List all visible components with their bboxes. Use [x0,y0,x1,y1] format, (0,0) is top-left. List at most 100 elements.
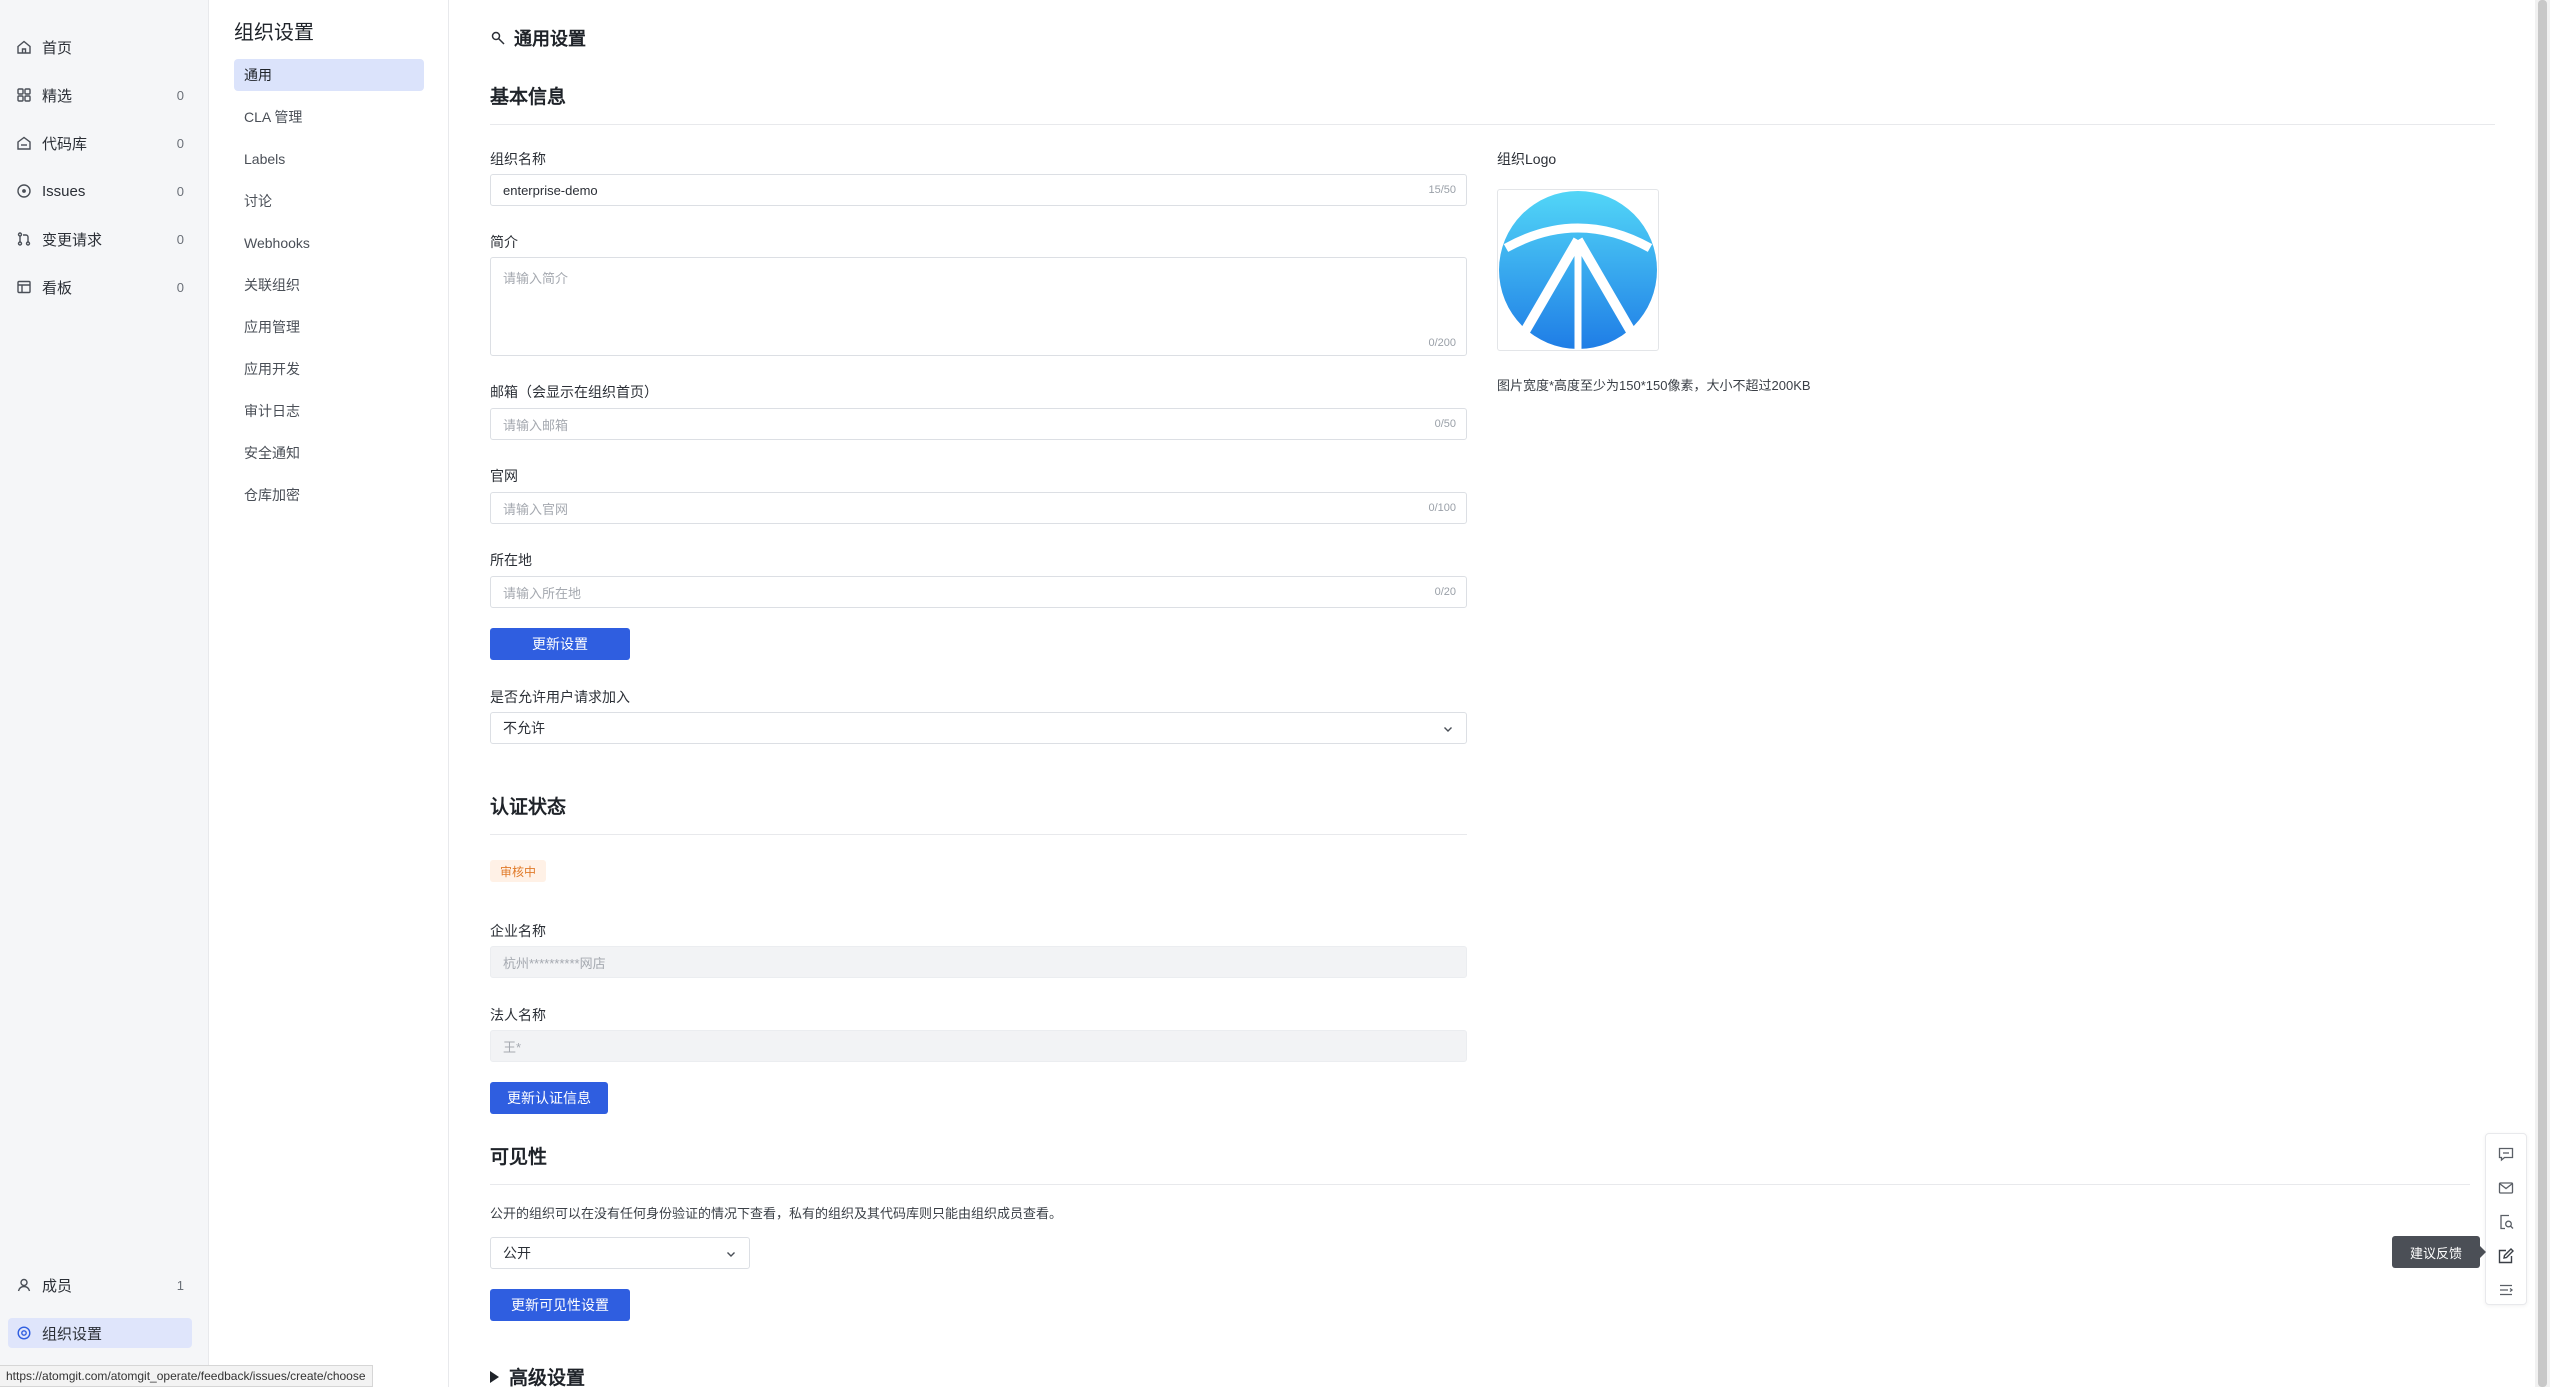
user-icon [16,1277,32,1293]
intro-placeholder: 请输入简介 [503,271,569,286]
settings-gear-icon [16,1325,32,1341]
company-name-input: 杭州**********网店 [490,946,1467,978]
divider [490,1184,2470,1185]
nav-item-featured[interactable]: 精选 0 [8,80,192,110]
advanced-settings-heading: 高级设置 [509,1368,586,1387]
submenu-item-app-management[interactable]: 应用管理 [234,311,424,343]
submenu-item-discussion[interactable]: 讨论 [234,185,424,217]
nav-count: 0 [176,231,184,247]
main-content: 通用设置 基本信息 组织名称 enterprise-demo 15/50 简介 … [449,0,2529,1387]
home-icon [16,39,32,55]
floating-toolbox [2485,1133,2527,1305]
submenu-item-security-notice[interactable]: 安全通知 [234,437,424,469]
page-title: 通用设置 [490,25,586,51]
grid-icon [16,87,32,103]
pull-request-icon [16,231,32,247]
email-input[interactable]: 请输入邮箱 0/50 [490,408,1467,440]
email-counter: 0/50 [1434,418,1456,430]
logo-label: 组织Logo [1497,151,1557,167]
mail-icon[interactable] [2496,1178,2516,1198]
scrollbar-thumb[interactable] [2538,0,2547,1387]
page-title-text: 通用设置 [514,29,586,49]
company-name-value: 杭州**********网店 [503,955,606,971]
email-placeholder: 请输入邮箱 [503,417,569,433]
search-doc-icon[interactable] [2496,1212,2516,1232]
org-name-value: enterprise-demo [503,182,598,198]
status-badge: 审核中 [490,860,547,882]
org-logo[interactable] [1497,189,1659,351]
nav-item-board[interactable]: 看板 0 [8,272,192,302]
legal-person-input: 王* [490,1030,1467,1062]
nav-count: 0 [176,135,184,151]
intro-textarea[interactable]: 请输入简介 0/200 [490,257,1467,356]
update-visibility-button[interactable]: 更新可见性设置 [490,1289,630,1321]
submenu-item-app-development[interactable]: 应用开发 [234,353,424,385]
org-logo-image [1499,191,1657,350]
settings-submenu: 组织设置 通用 CLA 管理 Labels 讨论 Webhooks 关联组织 应… [209,0,449,1387]
org-name-counter: 15/50 [1428,184,1456,196]
intro-label: 简介 [490,234,518,250]
nav-count: 1 [176,1277,184,1293]
comment-icon[interactable] [2496,1144,2516,1164]
nav-label: Issues [42,182,86,200]
nav-item-repos[interactable]: 代码库 0 [8,128,192,158]
board-icon [16,279,32,295]
nav-label: 变更请求 [42,231,103,249]
edit-feedback-icon[interactable] [2496,1246,2516,1266]
vertical-scrollbar[interactable] [2535,0,2550,1387]
section-basic-heading: 基本信息 [490,87,567,108]
legal-person-value: 王* [503,1039,522,1055]
nav-count: 0 [176,279,184,295]
nav-label: 看板 [42,279,73,297]
divider [490,124,2495,125]
status-bar-url: https://atomgit.com/atomgit_operate/feed… [0,1365,373,1387]
collapse-list-icon[interactable] [2496,1280,2516,1300]
nav-item-merge-requests[interactable]: 变更请求 0 [8,224,192,254]
nav-label: 组织设置 [42,1325,103,1343]
nav-label: 首页 [42,39,73,57]
divider [490,834,1467,835]
submenu-item-general[interactable]: 通用 [234,59,424,91]
submenu-item-linked-orgs[interactable]: 关联组织 [234,269,424,301]
org-name-label: 组织名称 [490,151,546,167]
issue-circle-icon [16,183,32,199]
nav-count: 0 [176,183,184,199]
visibility-description: 公开的组织可以在没有任何身份验证的情况下查看，私有的组织及其代码库则只能由组织成… [490,1206,1063,1221]
org-name-input[interactable]: enterprise-demo 15/50 [490,174,1467,206]
join-request-value: 不允许 [503,720,545,736]
submenu-item-webhooks[interactable]: Webhooks [234,227,424,259]
repo-icon [16,135,32,151]
nav-item-members[interactable]: 成员 1 [8,1270,192,1300]
location-counter: 0/20 [1434,586,1456,598]
website-label: 官网 [490,468,518,484]
join-request-select[interactable]: 不允许 [490,712,1467,744]
wrench-icon [490,30,506,46]
nav-label: 成员 [42,1277,73,1295]
nav-item-org-settings[interactable]: 组织设置 [8,1318,192,1348]
chevron-down-icon [1442,722,1454,734]
location-input[interactable]: 请输入所在地 0/20 [490,576,1467,608]
submenu-item-audit-log[interactable]: 审计日志 [234,395,424,427]
intro-counter: 0/200 [1428,337,1456,349]
update-settings-button[interactable]: 更新设置 [490,628,630,660]
nav-label: 精选 [42,87,73,105]
chevron-down-icon [725,1247,737,1259]
tooltip-feedback: 建议反馈 [2392,1236,2486,1268]
logo-hint: 图片宽度*高度至少为150*150像素，大小不超过200KB [1497,378,1811,393]
submenu-item-cla[interactable]: CLA 管理 [234,101,424,133]
website-counter: 0/100 [1428,502,1456,514]
nav-item-issues[interactable]: Issues 0 [8,176,192,206]
website-input[interactable]: 请输入官网 0/100 [490,492,1467,524]
nav-item-home[interactable]: 首页 [8,32,192,62]
submenu-item-labels[interactable]: Labels [234,143,424,175]
left-navigation: 首页 精选 0 代码库 0 Issues 0 变更请求 0 看板 0 成员 1 … [0,0,209,1387]
advanced-settings-toggle[interactable]: 高级设置 [490,1363,585,1387]
company-name-label: 企业名称 [490,923,546,939]
nav-count: 0 [176,87,184,103]
join-request-label: 是否允许用户请求加入 [490,689,630,705]
update-cert-button[interactable]: 更新认证信息 [490,1082,608,1114]
submenu-item-repo-encryption[interactable]: 仓库加密 [234,479,424,511]
location-placeholder: 请输入所在地 [503,585,582,601]
website-placeholder: 请输入官网 [503,501,569,517]
visibility-select[interactable]: 公开 [490,1237,750,1269]
